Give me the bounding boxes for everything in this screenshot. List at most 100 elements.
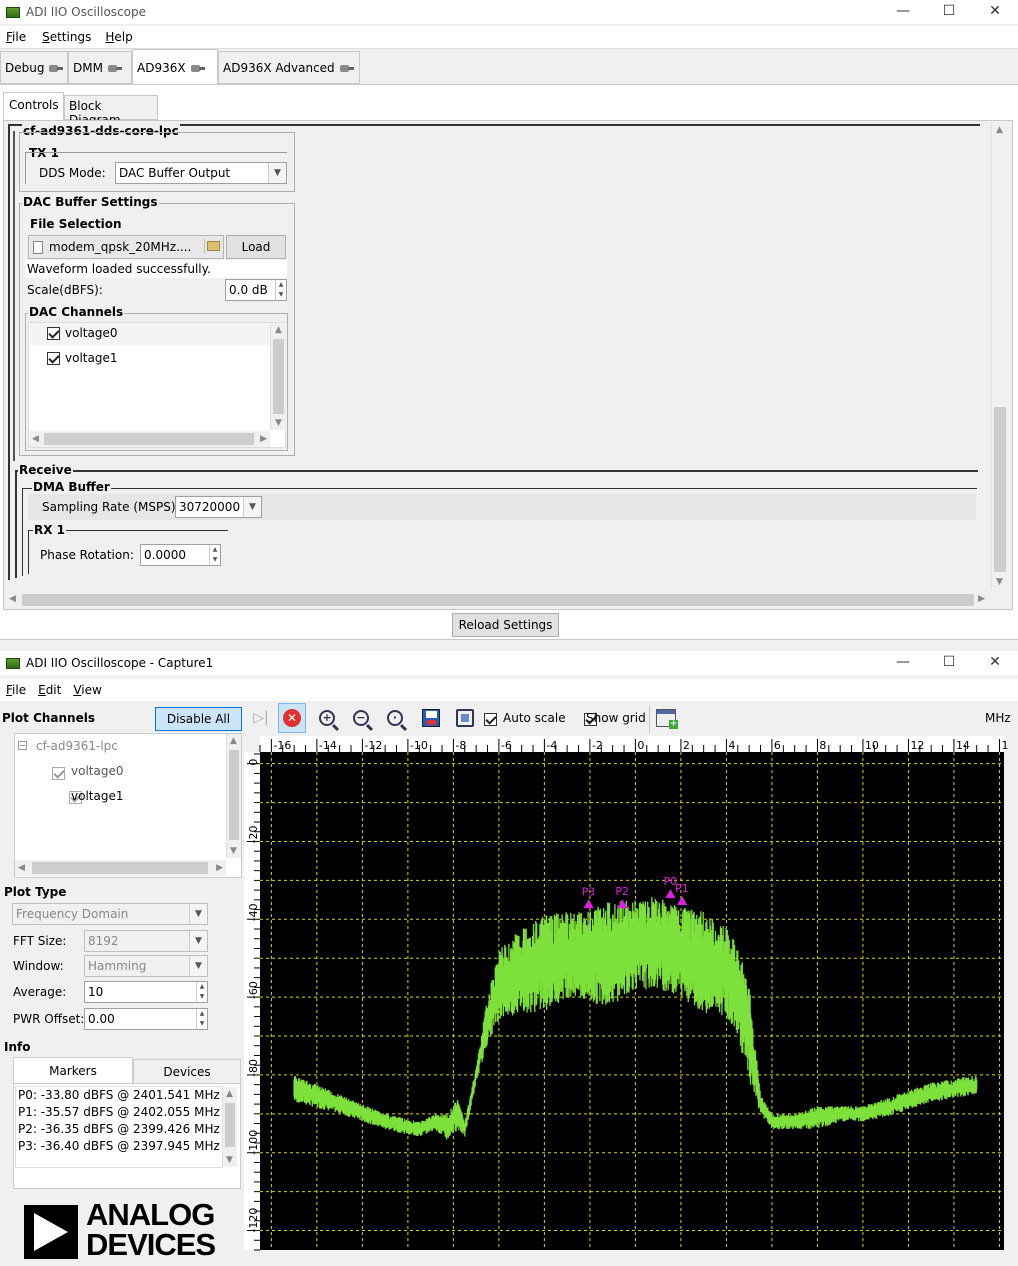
tab-ad936x-label: AD936X xyxy=(137,60,186,75)
menu-help[interactable]: Help xyxy=(97,30,138,44)
load-button[interactable]: Load xyxy=(226,235,286,259)
tab-block-diagram[interactable]: Block Diagram xyxy=(64,95,158,127)
file-chooser[interactable]: modem_qpsk_20MHz.... xyxy=(28,235,224,259)
capture-title-bar: ADI IIO Oscilloscope - Capture1 — ☐ ✕ xyxy=(0,651,1018,675)
sampling-rate-select[interactable]: 30720000 ▼ xyxy=(175,496,262,518)
close-button[interactable]: ✕ xyxy=(972,0,1018,24)
scale-value: 0.0 dB xyxy=(229,283,268,297)
tab-ad936x-advanced[interactable]: AD936X Advanced xyxy=(218,51,360,84)
y-tick-label: -120 xyxy=(247,1208,260,1233)
menu-settings[interactable]: Settings xyxy=(32,30,97,44)
tab-devices[interactable]: Devices xyxy=(133,1059,241,1084)
auto-scale-checkbox[interactable] xyxy=(484,713,497,726)
tab-controls[interactable]: Controls xyxy=(3,92,64,120)
x-tick-label: -10 xyxy=(410,739,428,752)
logo-line2: DEVICES xyxy=(86,1227,216,1262)
disable-all-button[interactable]: Disable All xyxy=(155,707,242,731)
tab-ad936x-advanced-label: AD936X Advanced xyxy=(223,60,335,75)
spin-arrows-icon[interactable]: ▲ ▼ xyxy=(209,545,220,565)
zoom-fit-button[interactable]: · xyxy=(381,703,409,733)
plug-icon xyxy=(190,63,205,73)
zoom-out-button[interactable]: − xyxy=(347,703,375,733)
dds-mode-label: DDS Mode: xyxy=(39,166,106,180)
disable-all-label: Disable All xyxy=(166,712,231,726)
new-plot-button[interactable]: + xyxy=(652,703,680,733)
tab-debug[interactable]: Debug xyxy=(0,51,68,84)
maximize-button[interactable]: ☐ xyxy=(926,0,972,24)
channel-item-voltage1[interactable]: voltage1 xyxy=(30,348,270,370)
plot-vscroll xyxy=(1004,752,1018,1250)
chevron-down-icon: ▼ xyxy=(189,931,207,951)
stop-button[interactable]: ✕ xyxy=(278,703,306,733)
plot-type-label: Plot Type xyxy=(4,885,67,899)
average-spinner[interactable]: 10 ▲ ▼ xyxy=(84,981,208,1003)
phase-rotation-spinner[interactable]: 0.0000 ▲ ▼ xyxy=(140,544,221,566)
zoom-fit-icon: · xyxy=(387,710,403,726)
marker-label: P2 xyxy=(615,885,629,898)
average-label: Average: xyxy=(13,985,67,999)
dac-buffer-title: DAC Buffer Settings xyxy=(22,195,159,209)
reload-settings-label: Reload Settings xyxy=(458,618,553,632)
fullscreen-button[interactable] xyxy=(451,703,479,733)
x-tick-label: 14 xyxy=(956,739,970,752)
tree-device-label[interactable]: cf-ad9361-lpc xyxy=(36,739,118,753)
spin-arrows-icon[interactable]: ▲ ▼ xyxy=(196,982,207,1002)
minimize-button[interactable]: — xyxy=(880,651,926,675)
load-button-label: Load xyxy=(241,240,271,254)
sampling-rate-value: 30720000 xyxy=(179,500,241,514)
fft-size-select[interactable]: 8192 ▼ xyxy=(84,930,208,952)
x-tick-label: 8 xyxy=(819,739,826,752)
tab-dmm-label: DMM xyxy=(73,60,103,75)
tab-markers[interactable]: Markers xyxy=(13,1057,133,1084)
close-button[interactable]: ✕ xyxy=(972,651,1018,675)
tab-debug-label: Debug xyxy=(5,60,45,75)
tab-ad936x[interactable]: AD936X xyxy=(132,49,218,85)
scale-spinner[interactable]: 0.0 dB ▲ ▼ xyxy=(225,279,287,301)
x-tick-label: 1 xyxy=(1001,739,1008,752)
channel-item-voltage0[interactable]: voltage0 xyxy=(30,323,270,345)
voltage0-label: voltage0 xyxy=(65,326,118,340)
chevron-down-icon: ▼ xyxy=(189,956,207,976)
tree-collapse-icon[interactable]: − xyxy=(18,741,27,750)
plot-type-select[interactable]: Frequency Domain ▼ xyxy=(12,903,208,925)
reload-settings-button[interactable]: Reload Settings xyxy=(452,613,559,637)
marker-row: P2: -36.35 dBFS @ 2399.426 MHz xyxy=(18,1122,220,1136)
logo-text: ANALOG DEVICES xyxy=(86,1199,216,1262)
menu-file[interactable]: File xyxy=(0,683,32,697)
voltage1-checkbox[interactable] xyxy=(47,352,60,365)
window-label: Window: xyxy=(13,959,64,973)
channels-hscroll[interactable]: ◀ ▶ xyxy=(29,431,270,447)
tab-dmm[interactable]: DMM xyxy=(68,51,132,84)
menu-edit[interactable]: Edit xyxy=(32,683,67,697)
step-button[interactable]: ▷| xyxy=(247,703,275,733)
tab-markers-label: Markers xyxy=(49,1064,97,1078)
dds-mode-select[interactable]: DAC Buffer Output ▼ xyxy=(115,162,287,184)
dds-mode-value: DAC Buffer Output xyxy=(119,166,231,180)
zoom-in-button[interactable]: + xyxy=(313,703,341,733)
spin-arrows-icon[interactable]: ▲ ▼ xyxy=(196,1009,207,1029)
window-value: Hamming xyxy=(88,959,147,973)
folder-icon xyxy=(204,239,220,253)
fft-size-value: 8192 xyxy=(88,934,119,948)
plot-background xyxy=(260,752,1004,1250)
controls-vscroll[interactable]: ▲ ▼ xyxy=(991,122,1008,590)
voltage0-checkbox[interactable] xyxy=(47,327,60,340)
window-select[interactable]: Hamming ▼ xyxy=(84,955,208,977)
step-icon: ▷| xyxy=(253,710,269,726)
markers-vscroll[interactable]: ▲ ▼ xyxy=(222,1087,237,1167)
tree-voltage0-checkbox[interactable] xyxy=(52,767,65,780)
save-button[interactable] xyxy=(417,703,445,733)
menu-view[interactable]: View xyxy=(67,683,107,697)
maximize-button[interactable]: ☐ xyxy=(926,651,972,675)
spin-arrows-icon[interactable]: ▲ ▼ xyxy=(275,280,286,300)
controls-hscroll[interactable]: ◀ ▶ xyxy=(5,592,989,608)
tree-vscroll[interactable]: ▲ ▼ xyxy=(226,734,241,858)
pwr-offset-value: 0.00 xyxy=(88,1012,115,1026)
tab-controls-label: Controls xyxy=(9,98,59,112)
minimize-button[interactable]: — xyxy=(880,0,926,24)
spectrum-plot[interactable]: -16 -14 -12 -10 -8 -6 -4 -2 0 2 4 6 8 10 12 14 10-20-40-… xyxy=(244,736,1018,1266)
pwr-offset-spinner[interactable]: 0.00 ▲ ▼ xyxy=(84,1008,208,1030)
channels-vscroll[interactable]: ▲ ▼ xyxy=(270,323,286,430)
tree-hscroll[interactable]: ◀ ▶ xyxy=(15,860,226,876)
menu-file[interactable]: File xyxy=(0,30,32,44)
